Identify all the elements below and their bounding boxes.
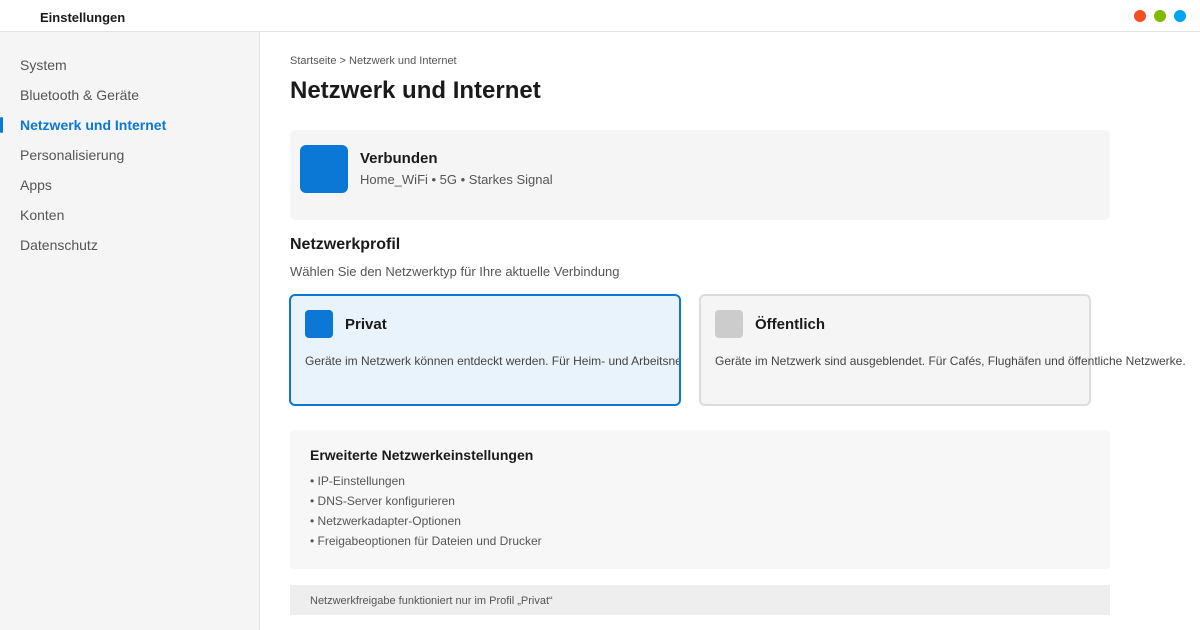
title-bar: Einstellungen — [0, 0, 1200, 32]
connection-details: Home_WiFi • 5G • Starkes Signal — [360, 172, 553, 187]
page-title: Netzwerk und Internet — [290, 77, 541, 104]
sidebar-item-personalization[interactable]: Personalisierung — [0, 140, 260, 170]
close-window-icon[interactable] — [1134, 10, 1146, 22]
sidebar-item-network[interactable]: Netzwerk und Internet — [0, 110, 260, 140]
advanced-settings-title: Erweiterte Netzwerkeinstellungen — [310, 447, 534, 463]
minimize-window-icon[interactable] — [1174, 10, 1186, 22]
network-profile-subtitle: Wählen Sie den Netzwerktyp für Ihre aktu… — [290, 264, 620, 279]
sidebar-item-apps[interactable]: Apps — [0, 170, 260, 200]
breadcrumb: Startseite > Netzwerk und Internet — [290, 55, 457, 67]
sidebar: System Bluetooth & Geräte Netzwerk und I… — [0, 32, 260, 630]
network-profile-heading: Netzwerkprofil — [290, 236, 401, 253]
private-network-icon — [305, 310, 333, 338]
profile-option-public[interactable]: Öffentlich Geräte im Netzwerk sind ausge… — [699, 294, 1186, 406]
info-note-text: Netzwerkfreigabe funktioniert nur im Pro… — [310, 595, 553, 607]
advanced-item-sharing[interactable]: • Freigabeoptionen für Dateien und Druck… — [310, 534, 542, 548]
main-content: Startseite > Netzwerk und Internet Netzw… — [260, 32, 1200, 630]
public-network-icon — [715, 310, 743, 338]
connection-status: Verbunden — [360, 150, 438, 167]
profile-option-private[interactable]: Privat Geräte im Netzwerk können entdeck… — [289, 294, 681, 406]
sidebar-item-system[interactable]: System — [0, 50, 260, 80]
maximize-window-icon[interactable] — [1154, 10, 1166, 22]
advanced-settings-card: Erweiterte Netzwerkeinstellungen • IP-Ei… — [290, 430, 1110, 569]
profile-option-description: Geräte im Netzwerk sind ausgeblendet. Fü… — [715, 354, 1186, 368]
advanced-item-ip[interactable]: • IP-Einstellungen — [310, 474, 405, 488]
info-note-bar: Netzwerkfreigabe funktioniert nur im Pro… — [290, 585, 1110, 615]
sidebar-item-privacy[interactable]: Datenschutz — [0, 230, 260, 260]
profile-option-description: Geräte im Netzwerk können entdeckt werde… — [305, 354, 679, 368]
profile-option-title: Privat — [345, 316, 387, 333]
window-controls — [1134, 10, 1186, 22]
network-status-icon — [300, 145, 348, 193]
advanced-item-adapter[interactable]: • Netzwerkadapter-Optionen — [310, 514, 461, 528]
advanced-item-dns[interactable]: • DNS-Server konfigurieren — [310, 494, 455, 508]
connection-status-card: Verbunden Home_WiFi • 5G • Starkes Signa… — [290, 130, 1110, 220]
sidebar-item-bluetooth[interactable]: Bluetooth & Geräte — [0, 80, 260, 110]
sidebar-item-accounts[interactable]: Konten — [0, 200, 260, 230]
app-title: Einstellungen — [40, 10, 126, 25]
profile-option-title: Öffentlich — [755, 316, 825, 333]
